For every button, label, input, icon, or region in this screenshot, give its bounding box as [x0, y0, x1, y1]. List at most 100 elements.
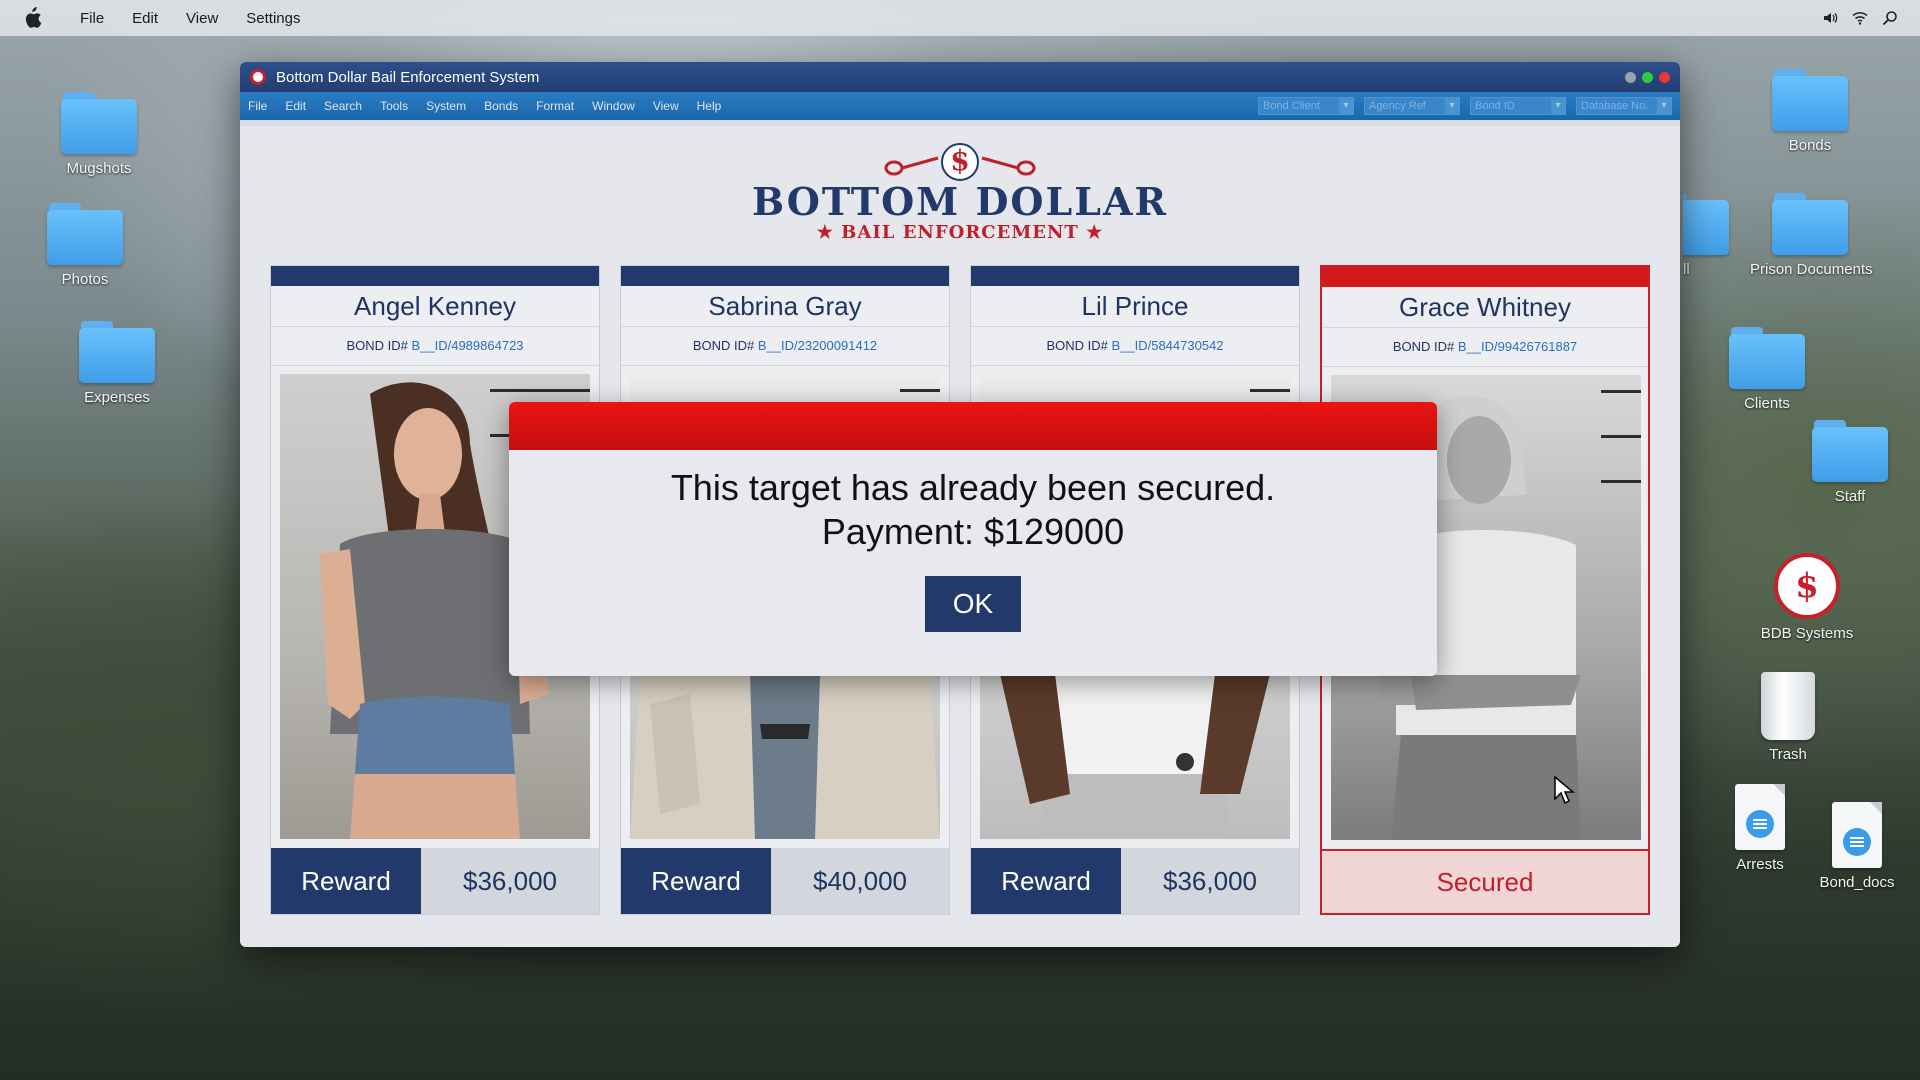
target-name: Angel Kenney [354, 291, 516, 321]
desktop-folder-expenses[interactable]: Expenses [57, 321, 177, 406]
folder-icon [1683, 193, 1729, 255]
desktop-icon-label: Bonds [1788, 137, 1832, 154]
os-menubar: File Edit View Settings [0, 0, 1920, 36]
bond-id-value: B__ID/99426761887 [1457, 339, 1578, 354]
os-menu-settings[interactable]: Settings [246, 10, 300, 27]
apple-logo-icon[interactable] [22, 7, 42, 29]
reward-button[interactable]: Reward [621, 848, 771, 914]
folder-icon [1812, 420, 1888, 482]
folder-icon [61, 92, 137, 154]
bond-id-prefix: BOND ID# [1392, 339, 1455, 354]
database-no-select[interactable]: Database No. [1576, 97, 1672, 115]
card-topbar [1322, 267, 1648, 287]
close-button[interactable] [1659, 71, 1670, 83]
desktop-folder-photos[interactable]: Photos [25, 203, 145, 288]
reward-amount: $36,000 [1121, 848, 1299, 914]
document-icon [1832, 802, 1882, 868]
desktop-icon-label: BDB Systems [1760, 625, 1854, 642]
reward-row: Reward $36,000 [971, 848, 1299, 914]
minimize-button[interactable] [1625, 71, 1636, 83]
wifi-icon[interactable] [1852, 10, 1868, 26]
bond-client-select[interactable]: Bond Client [1258, 97, 1354, 115]
card-topbar [621, 266, 949, 286]
mouse-cursor-icon [1554, 775, 1575, 805]
menu-window[interactable]: Window [592, 99, 635, 113]
search-icon[interactable] [1882, 10, 1898, 26]
agency-ref-select[interactable]: Agency Ref [1364, 97, 1460, 115]
menu-search[interactable]: Search [324, 99, 362, 113]
desktop-folder-bonds[interactable]: Bonds [1750, 69, 1870, 154]
reward-amount: $40,000 [771, 848, 949, 914]
menu-system[interactable]: System [426, 99, 466, 113]
menu-bonds[interactable]: Bonds [484, 99, 518, 113]
desktop-folder-staff[interactable]: Staff [1790, 420, 1910, 505]
os-menu-edit[interactable]: Edit [132, 10, 158, 27]
desktop-icon-label: Bond_docs [1819, 874, 1895, 891]
folder-icon [1772, 193, 1848, 255]
os-menu-file[interactable]: File [80, 10, 104, 27]
menu-help[interactable]: Help [697, 99, 722, 113]
bond-id-prefix: BOND ID# [692, 338, 755, 353]
desktop-doc-bond-docs[interactable]: Bond_docs [1797, 802, 1917, 891]
bdb-seal-symbol: $ [1795, 566, 1819, 606]
desktop-icon-label: Staff [1834, 488, 1866, 505]
reward-button[interactable]: Reward [971, 848, 1121, 914]
company-logo: $ BOTTOM DOLLAR ★ BAIL ENFORCEMENT ★ [240, 142, 1680, 243]
bdb-logo-icon: $ [1774, 553, 1840, 619]
logo-main-text: BOTTOM DOLLAR [751, 179, 1169, 224]
document-icon [1735, 784, 1785, 850]
secured-status: Secured [1322, 849, 1648, 913]
desktop-app-bdb-systems[interactable]: $ BDB Systems [1747, 553, 1867, 642]
bond-id-row: BOND ID# B__ID/99426761887 [1322, 327, 1648, 367]
reward-row: Reward $36,000 [271, 848, 599, 914]
bond-id-prefix: BOND ID# [346, 338, 408, 353]
logo-sub-text: ★ BAIL ENFORCEMENT ★ [816, 222, 1104, 243]
folder-icon [79, 321, 155, 383]
reward-row: Reward $40,000 [621, 848, 949, 914]
target-name: Sabrina Gray [708, 291, 862, 321]
bond-id-prefix: BOND ID# [1046, 338, 1108, 353]
window-titlebar[interactable]: Bottom Dollar Bail Enforcement System [240, 62, 1680, 92]
logo-symbol: $ [950, 144, 970, 177]
menu-edit[interactable]: Edit [285, 99, 306, 113]
desktop-folder-mugshots[interactable]: Mugshots [39, 92, 159, 177]
volume-icon[interactable] [1822, 10, 1838, 26]
alert-message-line2: Payment: $129000 [821, 511, 1125, 552]
menu-view[interactable]: View [653, 99, 679, 113]
folder-icon [47, 203, 123, 265]
os-menu-view[interactable]: View [186, 10, 218, 27]
alert-dialog-header [509, 402, 1437, 450]
alert-message-line1: This target has already been secured. [670, 467, 1276, 508]
window-title: Bottom Dollar Bail Enforcement System [276, 68, 540, 86]
menu-file[interactable]: File [248, 99, 267, 113]
folder-icon [1729, 327, 1805, 389]
desktop-folder-clients[interactable]: Clients [1707, 327, 1827, 412]
bond-id-row: BOND ID# B__ID/4989864723 [271, 326, 599, 366]
bond-id-select[interactable]: Bond ID [1470, 97, 1566, 115]
target-name: Lil Prince [1081, 291, 1189, 321]
trash-icon [1761, 672, 1815, 740]
target-name: Grace Whitney [1399, 292, 1571, 322]
desktop-icon-label: Prison Documents [1750, 261, 1873, 278]
bond-id-value: B__ID/5844730542 [1111, 338, 1224, 353]
desktop-folder-partial[interactable]: ll [1683, 193, 1743, 278]
desktop-icon-label: Expenses [84, 389, 150, 406]
reward-amount: $36,000 [421, 848, 599, 914]
ok-button[interactable]: OK [925, 576, 1021, 632]
menu-tools[interactable]: Tools [380, 99, 408, 113]
app-window: Bottom Dollar Bail Enforcement System Fi… [240, 62, 1680, 947]
bond-id-value: B__ID/23200091412 [757, 338, 878, 353]
desktop-icon-label: Mugshots [66, 160, 132, 177]
desktop-icon-label: Clients [1744, 395, 1790, 412]
menu-format[interactable]: Format [536, 99, 574, 113]
folder-icon [1772, 69, 1848, 131]
desktop-folder-prison-documents[interactable]: Prison Documents [1750, 193, 1873, 278]
desktop-trash[interactable]: Trash [1728, 672, 1848, 763]
reward-button[interactable]: Reward [271, 848, 421, 914]
alert-dialog: This target has already been secured. Pa… [509, 402, 1437, 676]
desktop-icon-label: Photos [61, 271, 109, 288]
maximize-button[interactable] [1642, 71, 1653, 83]
card-topbar [271, 266, 599, 286]
bond-id-row: BOND ID# B__ID/5844730542 [971, 326, 1299, 366]
app-logo-icon [250, 69, 266, 85]
